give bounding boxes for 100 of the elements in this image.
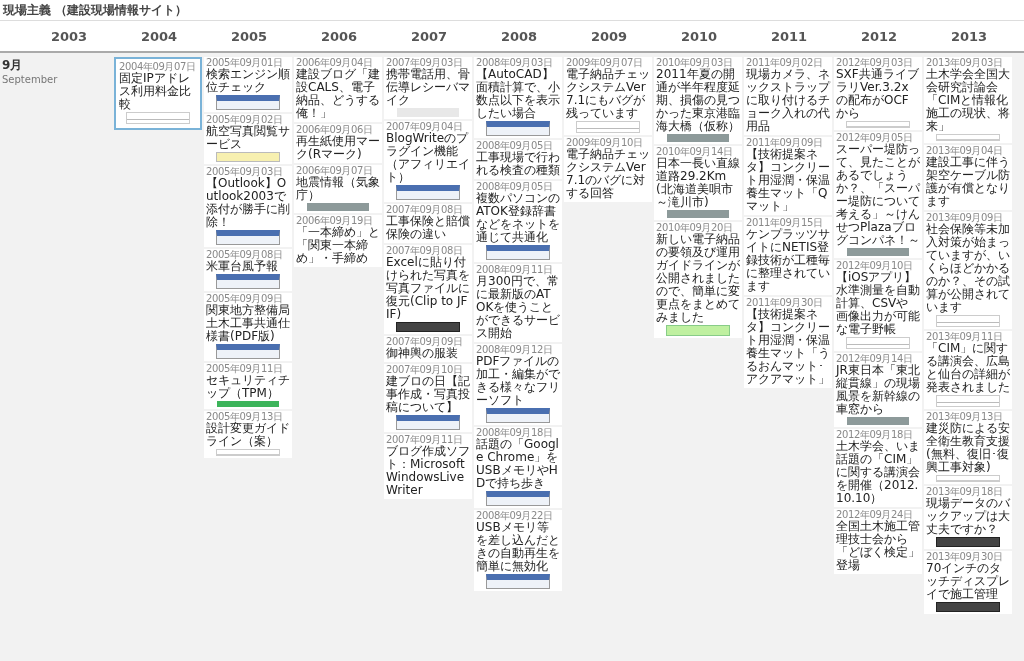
article-card[interactable]: 2008年09月03日 【AutoCAD】面積計算で、小数点以下を表示したい場合 [474,57,562,138]
article-title[interactable]: BlogWriteのプラグイン機能（アフィリエイト） [386,132,470,184]
article-card[interactable]: 2004年09月07日 固定IPアドレス利用料金比較 [114,57,202,130]
article-title[interactable]: 現場データのバックアップは大丈夫ですか？ [926,497,1010,536]
article-title[interactable]: 工事保険と賠償保険の違い [386,215,470,241]
article-card[interactable]: 2006年09月07日 地震情報（気象庁） [294,165,382,213]
article-title[interactable]: 地震情報（気象庁） [296,176,380,202]
year-heading[interactable]: 2008 [474,28,564,44]
article-card[interactable]: 2008年09月05日 工事現場で行われる検査の種類 [474,140,562,179]
year-heading[interactable]: 2009 [564,28,654,44]
article-card[interactable]: 2006年09月04日 建設ブログ「建設CALS、電子納品、どうする俺！」 [294,57,382,122]
article-card[interactable]: 2007年09月09日 御神輿の服装 [384,336,472,362]
article-title[interactable]: 建ブロの日【記事作成・写真投稿について】 [386,375,470,414]
article-card[interactable]: 2008年09月05日 複数パソコンのATOK登録辞書などをネットを通じて共通化 [474,181,562,262]
article-title[interactable]: 【技術提案ネタ】コンクリート用湿潤・保温養生マット「Qマット」 [746,148,830,213]
year-heading[interactable]: 2010 [654,28,744,44]
article-title[interactable]: 新しい電子納品の要領及び運用ガイドラインが公開されましたので、簡単に変更点をまとめてみました [656,233,740,324]
article-card[interactable]: 2013年09月03日 土木学会全国大会研究討論会「CIMと情報化施工の現状、将来」 [924,57,1012,143]
article-card[interactable]: 2011年09月15日 ケンプラッツサイトにNETIS登録技術が工種毎に整理されています [744,217,832,295]
article-card[interactable]: 2005年09月01日 検索エンジン順位チェック [204,57,292,112]
article-title[interactable]: 日本一長い直線道路29.2Km(北海道美唄市～滝川市) [656,157,740,209]
article-card[interactable]: 2008年09月11日 月300円で、常に最新版のATOKを使うことができるサービス開始 [474,264,562,342]
year-heading[interactable]: 2004 [114,28,204,44]
article-card[interactable]: 2005年09月09日 関東地方整備局土木工事共通仕様書(PDF版) [204,293,292,361]
site-title[interactable]: 現場主義 （建設現場情報サイト） [3,1,188,19]
article-title[interactable]: 電子納品チェックシステムVer7.1のバグに対する回答 [566,148,650,200]
article-title[interactable]: 「CIM」に関する講演会、広島と仙台の詳細が発表されました [926,342,1010,394]
article-title[interactable]: 土木学会全国大会研究討論会「CIMと情報化施工の現状、将来」 [926,68,1010,133]
article-title[interactable]: 全国土木施工管理技士会から「どぼく検定」登場 [836,520,920,572]
article-title[interactable]: SXF共通ライブラリVer.3.2xの配布がOCFから [836,68,920,120]
article-card[interactable]: 2012年09月24日 全国土木施工管理技士会から「どぼく検定」登場 [834,509,922,574]
article-title[interactable]: 【Outlook】Outlook2003で添付が勝手に削除！ [206,177,290,229]
article-card[interactable]: 2012年09月05日 スーパー堤防って、見たことがあるでしょうか？、「スーパー堤防について考える」～けんせつPlazaブログコンパネ！～ [834,132,922,258]
article-title[interactable]: 携帯電話用、骨伝導レシーバマイク [386,68,470,107]
article-title[interactable]: JR東日本「東北縦貫線」の現場風景を新幹線の車窓から [836,364,920,416]
article-title[interactable]: 建設工事に伴う架空ケーブル防護が有償となります [926,156,1010,208]
article-title[interactable]: Excelに貼り付けられた写真を写真ファイルに復元(Clip to JFIF) [386,256,470,321]
article-card[interactable]: 2005年09月13日 設計変更ガイドライン（案） [204,411,292,458]
article-card[interactable]: 2005年09月08日 米軍台風予報 [204,249,292,291]
article-title[interactable]: 航空写真閲覧サービス [206,125,290,151]
article-title[interactable]: 電子納品チェックシステムVer7.1にもバグが残っています [566,68,650,120]
article-card[interactable]: 2013年09月30日 70インチのタッチディスプレイで施工管理 [924,551,1012,614]
article-card[interactable]: 2008年09月12日 PDFファイルの加工・編集ができる様々なフリーソフト [474,344,562,425]
article-card[interactable]: 2013年09月13日 建災防による安全衛生教育支援(無料、復旧･復興工事対象) [924,411,1012,484]
year-heading[interactable]: 2007 [384,28,474,44]
year-heading[interactable]: 2005 [204,28,294,44]
article-card[interactable]: 2007年09月08日 工事保険と賠償保険の違い [384,204,472,243]
article-title[interactable]: 社会保険等未加入対策が始まっていますが、いくらほどかかるのか？、その試算が公開されています [926,223,1010,314]
article-title[interactable]: 建災防による安全衛生教育支援(無料、復旧･復興工事対象) [926,422,1010,474]
article-card[interactable]: 2010年09月20日 新しい電子納品の要領及び運用ガイドラインが公開されましたので、簡単に変更点をまとめてみました [654,222,742,338]
article-title[interactable]: 複数パソコンのATOK登録辞書などをネットを通じて共通化 [476,192,560,244]
article-title[interactable]: 【iOSアプリ】水準測量を自動計算、CSVや画像出力が可能な電子野帳 [836,271,920,336]
year-heading[interactable]: 2012 [834,28,924,44]
article-card[interactable]: 2012年09月18日 土木学会、いま話題の「CIM」に関する講演会を開催（2012.10.10） [834,429,922,507]
article-card[interactable]: 2013年09月09日 社会保険等未加入対策が始まっていますが、いくらほどかかるのか？、その試算が公開されています [924,212,1012,329]
article-title[interactable]: ブログ作成ソフト：Microsoft WindowsLiveWriter [386,445,470,497]
article-card[interactable]: 2011年09月09日 【技術提案ネタ】コンクリート用湿潤・保温養生マット「Qマット」 [744,137,832,215]
article-card[interactable]: 2007年09月08日 Excelに貼り付けられた写真を写真ファイルに復元(Clip to JFIF) [384,245,472,334]
article-title[interactable]: 建設ブログ「建設CALS、電子納品、どうする俺！」 [296,68,380,120]
article-card[interactable]: 2011年09月30日 【技術提案ネタ】コンクリート用湿潤・保温養生マット「うるおんマット･アクアマット」 [744,297,832,388]
article-title[interactable]: 土木学会、いま話題の「CIM」に関する講演会を開催（2012.10.10） [836,440,920,505]
year-heading[interactable]: 2006 [294,28,384,44]
article-title[interactable]: 月300円で、常に最新版のATOKを使うことができるサービス開始 [476,275,560,340]
article-title[interactable]: PDFファイルの加工・編集ができる様々なフリーソフト [476,355,560,407]
article-title[interactable]: 固定IPアドレス利用料金比較 [119,72,197,111]
article-title[interactable]: スーパー堤防って、見たことがあるでしょうか？、「スーパー堤防について考える」～けんせつPlazaブログコンパネ！～ [836,143,920,247]
article-title[interactable]: 検索エンジン順位チェック [206,68,290,94]
article-card[interactable]: 2007年09月10日 建ブロの日【記事作成・写真投稿について】 [384,364,472,432]
article-card[interactable]: 2013年09月04日 建設工事に伴う架空ケーブル防護が有償となります [924,145,1012,210]
article-title[interactable]: ケンプラッツサイトにNETIS登録技術が工種毎に整理されています [746,228,830,293]
article-card[interactable]: 2012年09月03日 SXF共通ライブラリVer.3.2xの配布がOCFから [834,57,922,130]
article-card[interactable]: 2005年09月11日 セキュリティチップ（TPM） [204,363,292,409]
article-card[interactable]: 2010年09月14日 日本一長い直線道路29.2Km(北海道美唄市～滝川市) [654,146,742,220]
article-title[interactable]: USBメモリ等を差し込んだときの自動再生を簡単に無効化 [476,521,560,573]
year-heading[interactable]: 2013 [924,28,1014,44]
article-title[interactable]: 米軍台風予報 [206,260,290,273]
article-title[interactable]: 話題の「Google Chrome」をUSBメモリやHDで持ち歩き [476,438,560,490]
article-card[interactable]: 2005年09月02日 航空写真閲覧サービス [204,114,292,164]
article-card[interactable]: 2012年09月14日 JR東日本「東北縦貫線」の現場風景を新幹線の車窓から [834,353,922,427]
article-title[interactable]: 設計変更ガイドライン（案） [206,422,290,448]
article-title[interactable]: 関東地方整備局土木工事共通仕様書(PDF版) [206,304,290,343]
article-card[interactable]: 2005年09月03日 【Outlook】Outlook2003で添付が勝手に削除！ [204,166,292,247]
article-card[interactable]: 2006年09月06日 再生紙使用マーク(Rマーク) [294,124,382,163]
article-title[interactable]: 工事現場で行われる検査の種類 [476,151,560,177]
article-title[interactable]: 御神輿の服装 [386,347,470,360]
article-card[interactable]: 2007年09月04日 BlogWriteのプラグイン機能（アフィリエイト） [384,121,472,202]
article-title[interactable]: 【AutoCAD】面積計算で、小数点以下を表示したい場合 [476,68,560,120]
article-title[interactable]: 「一本締め」と「関東一本締め」・手締め [296,226,380,265]
article-card[interactable]: 2009年09月07日 電子納品チェックシステムVer7.1にもバグが残っています [564,57,652,135]
article-card[interactable]: 2013年09月18日 現場データのバックアップは大丈夫ですか？ [924,486,1012,549]
year-heading[interactable]: 2003 [24,28,114,44]
article-card[interactable]: 2012年09月10日 【iOSアプリ】水準測量を自動計算、CSVや画像出力が可能な電子野帳 [834,260,922,351]
article-card[interactable]: 2008年09月18日 話題の「Google Chrome」をUSBメモリやHDで持ち歩き [474,427,562,508]
article-card[interactable]: 2013年09月11日 「CIM」に関する講演会、広島と仙台の詳細が発表されました [924,331,1012,409]
article-title[interactable]: セキュリティチップ（TPM） [206,374,290,400]
article-card[interactable]: 2007年09月03日 携帯電話用、骨伝導レシーバマイク [384,57,472,119]
article-title[interactable]: 70インチのタッチディスプレイで施工管理 [926,562,1010,601]
article-card[interactable]: 2009年09月10日 電子納品チェックシステムVer7.1のバグに対する回答 [564,137,652,202]
year-heading[interactable]: 2011 [744,28,834,44]
article-card[interactable]: 2008年09月22日 USBメモリ等を差し込んだときの自動再生を簡単に無効化 [474,510,562,591]
